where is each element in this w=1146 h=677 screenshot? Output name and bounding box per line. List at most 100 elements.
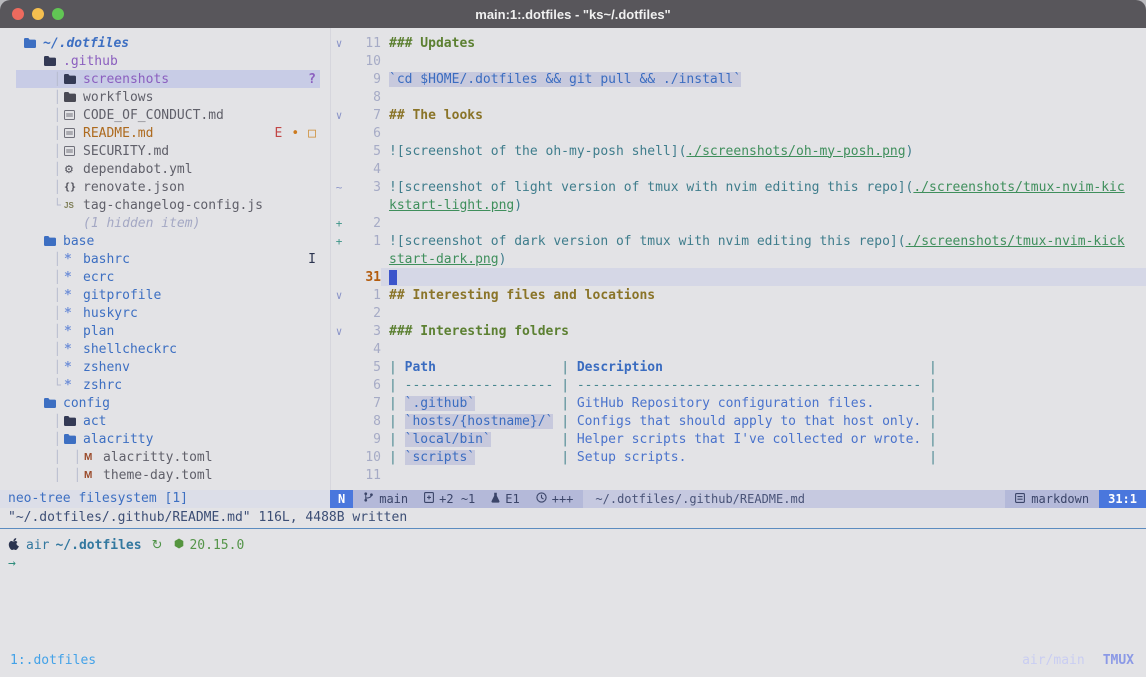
close-button[interactable] [12,8,24,20]
zoom-button[interactable] [52,8,64,20]
editor-line[interactable]: ∨11### Updates [331,34,1146,52]
editor-line[interactable]: 8| `hosts/{hostname}/` | Configs that sh… [331,412,1146,430]
editor-line[interactable]: ∨1## Interesting files and locations [331,286,1146,304]
editor-line[interactable]: kstart-light.png) [331,196,1146,214]
line-text: kstart-light.png) [381,196,1146,214]
tree-item[interactable]: │{}renovate.json [16,178,320,196]
tree-item[interactable]: │*shellcheckrc [16,340,320,358]
editor-line[interactable]: ∨7## The looks [331,106,1146,124]
tree-item[interactable]: ││Mtheme-day.toml [16,466,320,484]
git-sync-icon: ↻ [152,538,163,553]
editor-line[interactable]: 2 [331,304,1146,322]
tree-item[interactable]: │alacritty [16,430,320,448]
editor-line[interactable]: ∨3### Interesting folders [331,322,1146,340]
tree-item[interactable]: │CODE_OF_CONDUCT.md [16,106,320,124]
text-segment: | [553,396,576,411]
tree-item-label: tag-changelog-config.js [83,198,263,213]
editor-line[interactable]: 31 [331,268,1146,286]
tree-item[interactable]: config [16,394,320,412]
text-segment: ) [499,252,507,267]
tmux-label: TMUX [1103,653,1134,668]
editor-line[interactable]: 8 [331,88,1146,106]
tree-item-label: config [63,396,110,411]
editor-line[interactable]: 5![screenshot of the oh-my-posh shell](.… [331,142,1146,160]
line-text: `cd $HOME/.dotfiles && git pull && ./ins… [381,70,1146,88]
text-segment: | [921,378,937,393]
tree-item[interactable]: ││Malacritty.toml [16,448,320,466]
titlebar[interactable]: main:1:.dotfiles - "ks~/.dotfiles" [0,0,1146,28]
tree-item[interactable]: │⚙dependabot.yml [16,160,320,178]
editor-line[interactable]: +2 [331,214,1146,232]
tree-item[interactable]: │*ecrc [16,268,320,286]
indent-guides [24,216,64,231]
editor-line[interactable]: 9`cd $HOME/.dotfiles && git pull && ./in… [331,70,1146,88]
folder-open-icon [44,56,59,66]
tree-item[interactable]: └*zshrc [16,376,320,394]
tree-item-label: shellcheckrc [83,342,177,357]
editor-line[interactable]: start-dark.png) [331,250,1146,268]
editor-line[interactable]: 6| ------------------- | ---------------… [331,376,1146,394]
tree-item[interactable]: (1 hidden item) [16,214,320,232]
line-number: 9 [347,72,381,87]
text-segment [874,396,921,411]
window-title: main:1:.dotfiles - "ks~/.dotfiles" [475,7,670,22]
tree-item[interactable]: │act [16,412,320,430]
markdown-file-icon [64,146,79,156]
text-segment: `hosts/{hostname}/` [405,414,554,429]
tree-item-mark: ? [308,72,316,87]
tree-item[interactable]: │README.mdE•□ [16,124,320,142]
git-sign: + [331,217,347,230]
tree-item-mark: □ [308,126,316,141]
line-text: | ------------------- | ----------------… [381,376,1146,394]
editor-line[interactable]: 4 [331,160,1146,178]
editor-line[interactable]: ~3![screenshot of light version of tmux … [331,178,1146,196]
tree-item[interactable]: │*huskyrc [16,304,320,322]
line-number: 7 [347,396,381,411]
tree-item[interactable]: │SECURITY.md [16,142,320,160]
text-segment: Configs that should apply to that host o… [577,414,921,429]
tree-item[interactable]: ~/.dotfiles [16,34,320,52]
tree-item[interactable]: │screenshots? [16,70,320,88]
tree-item[interactable]: base [16,232,320,250]
editor-line[interactable]: 5| Path | Description | [331,358,1146,376]
text-segment: Helper scripts that I've collected or wr… [577,432,921,447]
tree-item[interactable]: │*gitprofile [16,286,320,304]
minimize-button[interactable] [32,8,44,20]
editor-line[interactable]: 6 [331,124,1146,142]
tmux-window-tab[interactable]: 1:.dotfiles [10,653,96,668]
file-tree[interactable]: ~/.dotfiles.github│screenshots?│workflow… [0,28,330,490]
text-segment: | [389,360,405,375]
text-segment: | [553,414,576,429]
git-branch-icon [363,491,374,506]
prompt-arrow: → [8,555,1146,573]
line-text: ![screenshot of light version of tmux wi… [381,178,1146,196]
indent-guides: └ [24,378,64,393]
tree-item[interactable]: │*zshenv [16,358,320,376]
tree-item[interactable]: │workflows [16,88,320,106]
tree-item[interactable]: │*plan [16,322,320,340]
line-number: 10 [347,450,381,465]
shell-pane[interactable]: air ~/.dotfiles ↻ 20.15.0 → [0,528,1146,650]
editor[interactable]: ∨11### Updates109`cd $HOME/.dotfiles && … [330,28,1146,490]
file-icon [1015,492,1025,506]
editor-line[interactable]: 9| `local/bin` | Helper scripts that I'v… [331,430,1146,448]
tree-item[interactable]: └JStag-changelog-config.js [16,196,320,214]
line-text: ![screenshot of dark version of tmux wit… [381,232,1146,250]
text-segment: | [553,378,576,393]
line-text: | Path | Description | [381,358,1146,376]
text-segment: ./screenshots/tmux-nvim-kic [913,180,1124,195]
folder-open-icon [44,398,59,408]
editor-line[interactable]: 10| `scripts` | Setup scripts. | [331,448,1146,466]
editor-line[interactable]: 4 [331,340,1146,358]
tree-item[interactable]: .github [16,52,320,70]
line-text: start-dark.png) [381,250,1146,268]
editor-line[interactable]: +1![screenshot of dark version of tmux w… [331,232,1146,250]
filetype-label: markdown [1031,492,1089,506]
editor-line[interactable]: 10 [331,52,1146,70]
editor-line[interactable]: 11 [331,466,1146,484]
git-diff-counts: +2 ~1 [439,492,475,506]
editor-line[interactable]: 7| `.github` | GitHub Repository configu… [331,394,1146,412]
tree-item[interactable]: │*bashrcI [16,250,320,268]
line-text: ![screenshot of the oh-my-posh shell](./… [381,142,1146,160]
text-segment: | [921,396,937,411]
